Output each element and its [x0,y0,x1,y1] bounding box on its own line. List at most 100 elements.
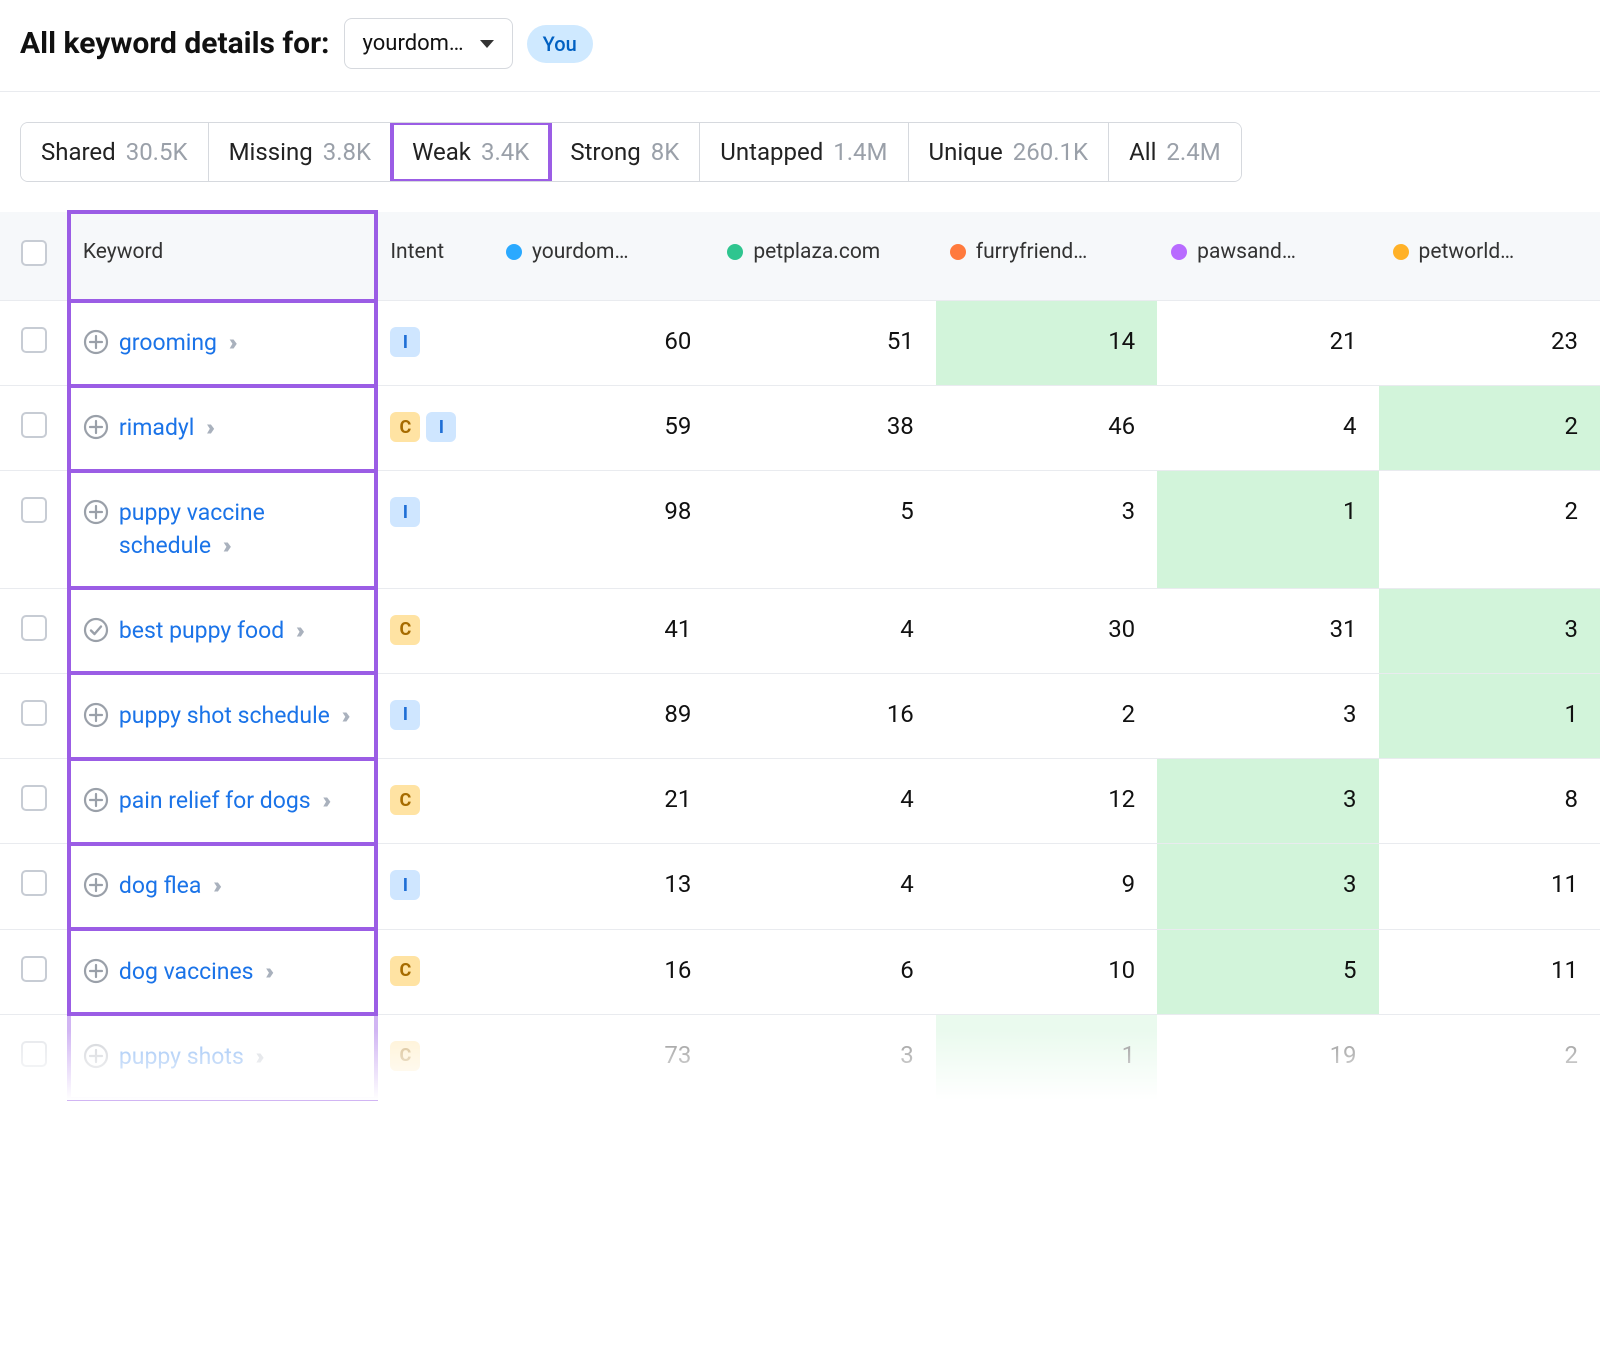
plus-circle-icon[interactable] [83,329,109,355]
plus-circle-icon[interactable] [83,1043,109,1069]
domain-color-dot [506,244,522,260]
rank-cell: 1 [1157,471,1378,588]
tab-label: Untapped [720,138,823,166]
keyword-link[interactable]: puppy shot schedule ›› [119,700,346,732]
table-header-row: Keyword Intent yourdom… petplaza.com fur… [0,212,1600,301]
rank-cell: 5 [713,471,935,588]
column-header-domain-2[interactable]: furryfriend… [936,212,1157,301]
rank-cell: 2 [1379,386,1600,471]
row-checkbox[interactable] [21,327,47,353]
rank-cell: 3 [1379,588,1600,673]
keyword-link[interactable]: grooming ›› [119,327,233,359]
tab-count: 260.1K [1013,138,1088,166]
rank-cell: 41 [492,588,713,673]
row-checkbox[interactable] [21,785,47,811]
tab-all[interactable]: All2.4M [1109,123,1241,181]
tab-count: 3.8K [323,138,371,166]
keyword-link[interactable]: pain relief for dogs ›› [119,785,326,817]
tab-label: Missing [229,138,313,166]
table-row: puppy shots ››C7331192 [0,1014,1600,1099]
column-header-domain-4[interactable]: petworld… [1379,212,1600,301]
rank-cell: 2 [1379,471,1600,588]
rank-cell: 31 [1157,588,1378,673]
plus-circle-icon[interactable] [83,958,109,984]
intent-badge-c[interactable]: C [390,956,420,986]
plus-circle-icon[interactable] [83,414,109,440]
tab-label: Strong [570,138,640,166]
intent-cell: I [376,301,492,386]
tab-count: 30.5K [126,138,188,166]
rank-cell: 1 [936,1014,1157,1099]
keyword-link[interactable]: dog flea ›› [119,870,217,902]
chevron-right-icon: ›› [296,617,300,644]
column-header-domain-0[interactable]: yourdom… [492,212,713,301]
row-checkbox[interactable] [21,497,47,523]
keyword-link[interactable]: puppy shots ›› [119,1041,260,1073]
tab-strong[interactable]: Strong8K [550,123,700,181]
intent-badge-c[interactable]: C [390,412,420,442]
table-row: puppy shot schedule ››I8916231 [0,673,1600,758]
rank-cell: 60 [492,301,713,386]
keyword-link[interactable]: rimadyl ›› [119,412,210,444]
rank-cell: 3 [713,1014,935,1099]
tab-unique[interactable]: Unique 260.1K [909,123,1110,181]
check-circle-icon[interactable] [83,617,109,643]
table-row: best puppy food ›› C 41430313 [0,588,1600,673]
keyword-link[interactable]: best puppy food ›› [119,615,300,647]
domain-color-dot [1393,244,1409,260]
row-checkbox-cell [0,588,69,673]
intent-cell: C [376,759,492,844]
select-all-checkbox[interactable] [21,240,47,266]
intent-badge-i[interactable]: I [390,870,420,900]
intent-badge-c[interactable]: C [390,785,420,815]
tab-weak[interactable]: Weak3.4K [392,123,550,181]
domain-label: petplaza.com [753,240,880,264]
rank-cell: 16 [492,929,713,1014]
chevron-right-icon: ›› [265,958,269,985]
row-checkbox[interactable] [21,1041,47,1067]
intent-badge-i[interactable]: I [390,327,420,357]
domain-select-value: yourdom… [363,31,464,56]
intent-badge-i[interactable]: I [390,497,420,527]
plus-circle-icon[interactable] [83,872,109,898]
rank-cell: 13 [492,844,713,929]
intent-cell: I [376,844,492,929]
tab-shared[interactable]: Shared30.5K [21,123,209,181]
rank-cell: 98 [492,471,713,588]
column-header-keyword[interactable]: Keyword [69,212,376,301]
intent-badge-c[interactable]: C [390,615,420,645]
keyword-link[interactable]: puppy vaccine schedule ›› [119,497,362,561]
keyword-cell: best puppy food ›› [69,588,376,673]
row-checkbox-cell [0,301,69,386]
row-checkbox[interactable] [21,700,47,726]
rank-cell: 19 [1157,1014,1378,1099]
rank-cell: 23 [1379,301,1600,386]
domain-select[interactable]: yourdom… [344,18,513,69]
intent-badge-i[interactable]: I [426,412,456,442]
tab-missing[interactable]: Missing 3.8K [209,123,393,181]
intent-badge-c[interactable]: C [390,1041,420,1071]
row-checkbox[interactable] [21,615,47,641]
row-checkbox[interactable] [21,412,47,438]
column-header-domain-3[interactable]: pawsand… [1157,212,1378,301]
row-checkbox-cell [0,844,69,929]
keyword-cell: pain relief for dogs ›› [69,759,376,844]
rank-cell: 30 [936,588,1157,673]
tab-untapped[interactable]: Untapped1.4M [700,123,908,181]
you-badge: You [527,25,593,63]
chevron-right-icon: ›› [206,414,210,441]
plus-circle-icon[interactable] [83,702,109,728]
column-header-intent[interactable]: Intent [376,212,492,301]
column-header-domain-1[interactable]: petplaza.com [713,212,935,301]
tab-label: Unique [929,138,1003,166]
intent-cell: I [376,471,492,588]
plus-circle-icon[interactable] [83,787,109,813]
keyword-link[interactable]: dog vaccines ›› [119,956,269,988]
header-bar: All keyword details for: yourdom… You [0,0,1600,91]
intent-badge-i[interactable]: I [390,700,420,730]
plus-circle-icon[interactable] [83,499,109,525]
tab-count: 3.4K [481,138,529,166]
rank-cell: 4 [713,588,935,673]
row-checkbox[interactable] [21,956,47,982]
row-checkbox[interactable] [21,870,47,896]
